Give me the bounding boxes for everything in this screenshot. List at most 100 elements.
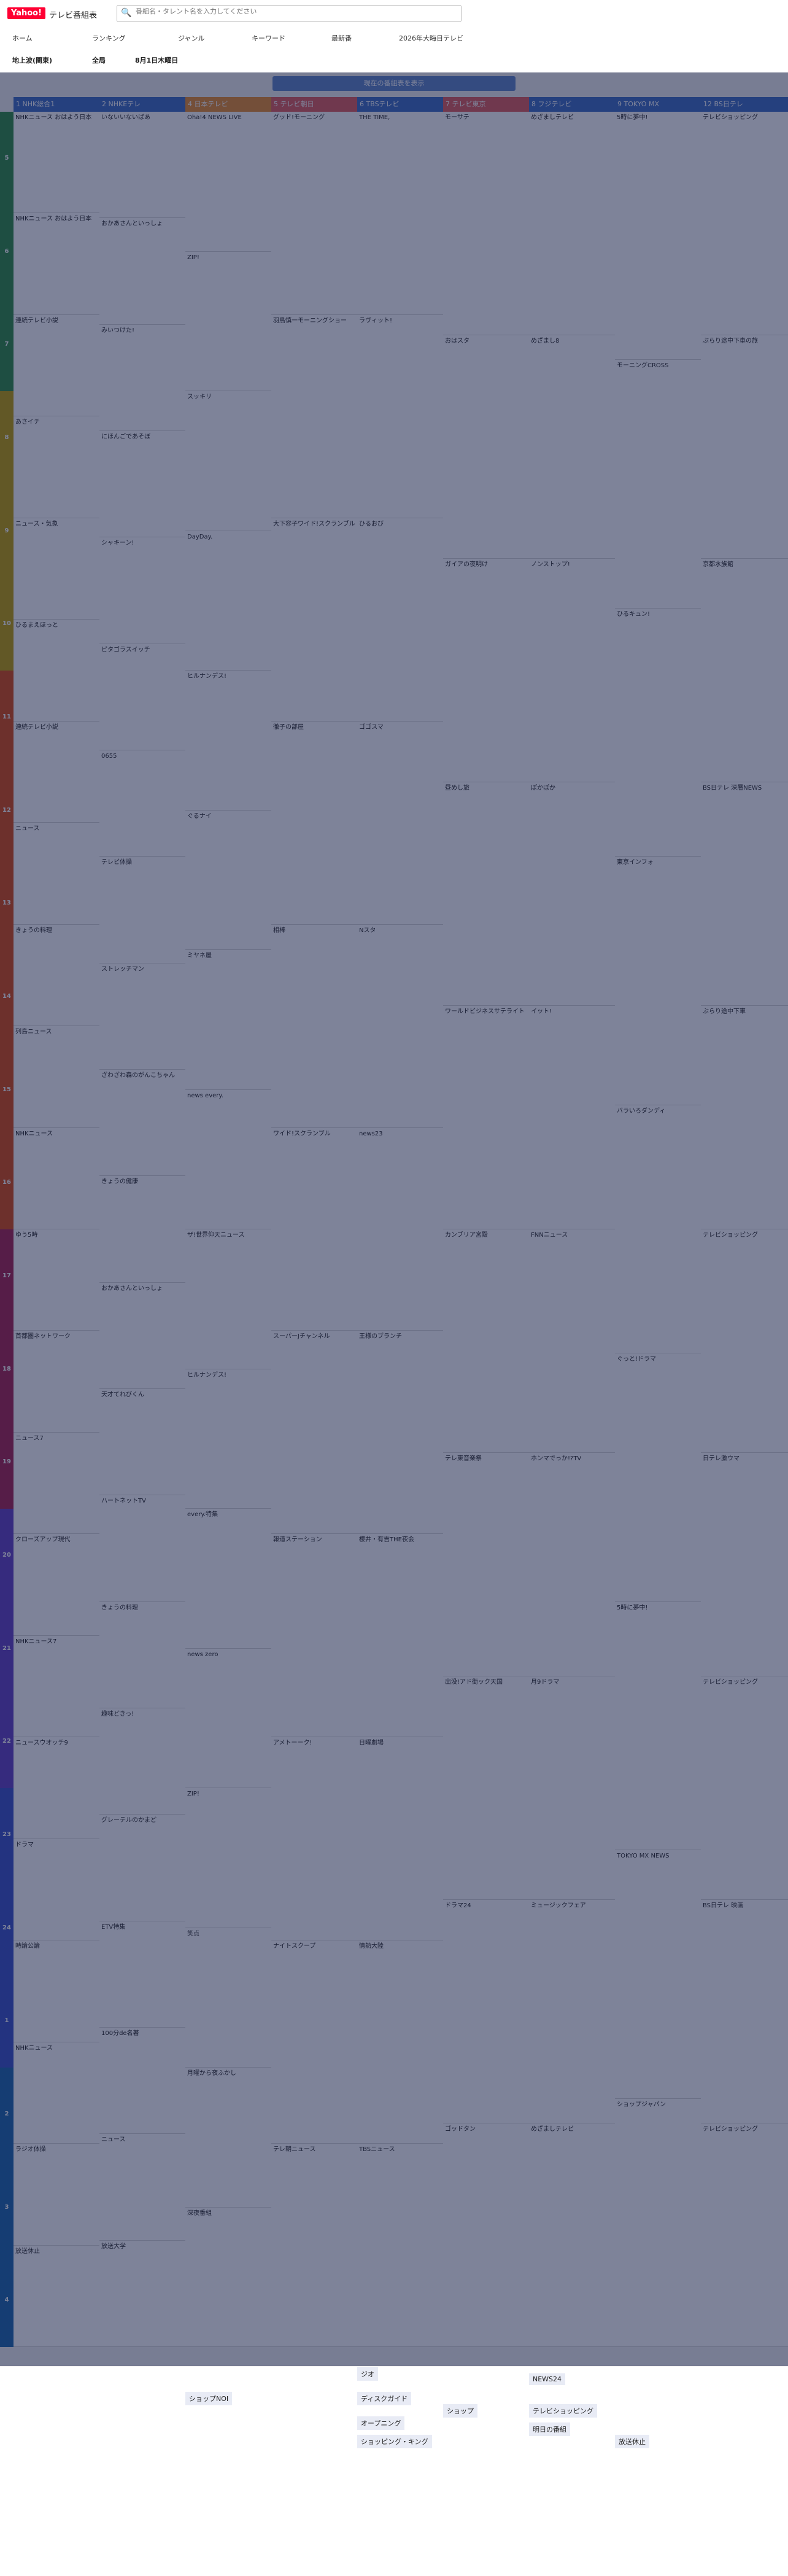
- program-cell[interactable]: アメトーーク!: [271, 1737, 357, 1941]
- program-cell[interactable]: テレビショッピング: [701, 112, 788, 335]
- program-cell[interactable]: きょうの料理: [99, 1602, 185, 1708]
- program-cell[interactable]: 放送休止: [14, 2246, 99, 2347]
- program-cell[interactable]: スーパーJチャンネル: [271, 1331, 357, 1535]
- program-cell[interactable]: NHKニュース7: [14, 1636, 99, 1738]
- program-cell[interactable]: テレ朝ニュース: [271, 2144, 357, 2347]
- channel-header-1[interactable]: 2 NHKEテレ: [99, 97, 185, 112]
- program-cell[interactable]: おはスタ: [443, 335, 529, 559]
- program-cell[interactable]: 100分de名著: [99, 2028, 185, 2134]
- program-cell[interactable]: 出没!アド街ック天国: [443, 1676, 529, 1900]
- program-cell[interactable]: ZIP!: [185, 1788, 271, 1928]
- channel-header-3[interactable]: 5 テレビ朝日: [271, 97, 357, 112]
- program-cell[interactable]: 情熱大陸: [357, 1940, 443, 2144]
- channel-header-8[interactable]: 12 BS日テレ: [701, 97, 788, 112]
- program-cell[interactable]: 5時に夢中!: [615, 1602, 701, 1851]
- program-cell[interactable]: カンブリア宮殿: [443, 1229, 529, 1453]
- program-cell[interactable]: ざわざわ森のがんこちゃん: [99, 1070, 185, 1177]
- program-cell[interactable]: FNNニュース: [529, 1229, 615, 1453]
- channel-header-6[interactable]: 8 フジテレビ: [529, 97, 615, 112]
- program-cell[interactable]: ザ!世界仰天ニュース: [185, 1229, 271, 1369]
- nav-item-3[interactable]: キーワード: [252, 33, 285, 43]
- program-cell[interactable]: 櫻井・有吉THE夜会: [357, 1534, 443, 1738]
- program-cell[interactable]: ひるキュン!: [615, 609, 701, 857]
- lower-item[interactable]: ディスクガイド: [357, 2392, 412, 2405]
- program-cell[interactable]: TOKYO MX NEWS: [615, 1850, 701, 2099]
- program-cell[interactable]: 天才てれびくん: [99, 1389, 185, 1496]
- site-logo[interactable]: Yahoo!: [7, 7, 46, 19]
- program-cell[interactable]: news23: [357, 1128, 443, 1331]
- nav-item-0[interactable]: ホーム: [12, 33, 33, 43]
- program-cell[interactable]: ストレッチマン: [99, 963, 185, 1070]
- program-cell[interactable]: ニュース: [99, 2134, 185, 2241]
- program-cell[interactable]: ナイトスクープ: [271, 1940, 357, 2144]
- program-cell[interactable]: ETV特集: [99, 1921, 185, 2028]
- region-filter[interactable]: 地上波(関東): [12, 55, 52, 65]
- program-cell[interactable]: めざまし8: [529, 335, 615, 559]
- program-cell[interactable]: 大下容子ワイド!スクランブル: [271, 518, 357, 722]
- channel-header-5[interactable]: 7 テレビ東京: [443, 97, 529, 112]
- program-cell[interactable]: ショップジャパン: [615, 2099, 701, 2347]
- nav-item-1[interactable]: ランキング: [92, 33, 126, 43]
- program-cell[interactable]: 相棒: [271, 925, 357, 1128]
- program-cell[interactable]: NHKニュース: [14, 2042, 99, 2144]
- program-cell[interactable]: イット!: [529, 1006, 615, 1229]
- program-cell[interactable]: ニュース・気象: [14, 518, 99, 620]
- program-cell[interactable]: きょうの健康: [99, 1176, 185, 1283]
- program-cell[interactable]: THE TIME,: [357, 112, 443, 315]
- program-cell[interactable]: 王様のブランチ: [357, 1331, 443, 1535]
- program-cell[interactable]: ニュース: [14, 823, 99, 925]
- program-cell[interactable]: ゴゴスマ: [357, 722, 443, 925]
- channel-header-0[interactable]: 1 NHK総合1: [14, 97, 99, 112]
- program-cell[interactable]: Oha!4 NEWS LIVE: [185, 112, 271, 252]
- program-cell[interactable]: ヒルナンデス!: [185, 1369, 271, 1509]
- program-cell[interactable]: news zero: [185, 1649, 271, 1788]
- program-cell[interactable]: おかあさんといっしょ: [99, 218, 185, 325]
- program-cell[interactable]: 連続テレビ小説: [14, 315, 99, 417]
- program-cell[interactable]: ミュージックフェア: [529, 1900, 615, 2123]
- program-cell[interactable]: みいつけた!: [99, 325, 185, 431]
- program-cell[interactable]: ぶらり途中下車の旅: [701, 335, 788, 559]
- program-cell[interactable]: 0655: [99, 750, 185, 857]
- program-cell[interactable]: ぐっと!ドラマ: [615, 1353, 701, 1602]
- program-cell[interactable]: ホンマでっか!?TV: [529, 1453, 615, 1676]
- program-cell[interactable]: 日テレ激ウマ: [701, 1453, 788, 1676]
- program-cell[interactable]: ミヤネ屋: [185, 950, 271, 1090]
- program-cell[interactable]: DayDay.: [185, 531, 271, 671]
- program-cell[interactable]: テレビショッピング: [701, 1229, 788, 1453]
- program-cell[interactable]: にほんごであそぼ: [99, 431, 185, 538]
- search-input[interactable]: [134, 7, 456, 16]
- program-cell[interactable]: めざましテレビ: [529, 112, 615, 335]
- search-box[interactable]: 🔍: [117, 5, 462, 22]
- program-cell[interactable]: ドラマ24: [443, 1900, 529, 2123]
- program-cell[interactable]: 時論公論: [14, 1940, 99, 2042]
- program-cell[interactable]: ぐるナイ: [185, 811, 271, 950]
- program-cell[interactable]: ハートネットTV: [99, 1495, 185, 1602]
- program-cell[interactable]: NHKニュース おはよう日本: [14, 213, 99, 315]
- program-cell[interactable]: いないいないばあ: [99, 112, 185, 219]
- lower-item[interactable]: テレビショッピング: [529, 2404, 597, 2418]
- channel-header-7[interactable]: 9 TOKYO MX: [615, 97, 701, 112]
- program-cell[interactable]: テレ東音楽祭: [443, 1453, 529, 1676]
- program-cell[interactable]: スッキリ: [185, 391, 271, 531]
- program-cell[interactable]: ヒルナンデス!: [185, 671, 271, 811]
- program-cell[interactable]: 列島ニュース: [14, 1026, 99, 1128]
- program-cell[interactable]: 東京インフォ: [615, 857, 701, 1105]
- program-cell[interactable]: あさイチ: [14, 416, 99, 518]
- program-cell[interactable]: 月曜から夜ふかし: [185, 2068, 271, 2208]
- program-cell[interactable]: TBSニュース: [357, 2144, 443, 2347]
- program-cell[interactable]: きょうの料理: [14, 925, 99, 1027]
- program-cell[interactable]: ぽかぽか: [529, 782, 615, 1006]
- channel-header-2[interactable]: 4 日本テレビ: [185, 97, 271, 112]
- date-filter[interactable]: 8月1日木曜日: [135, 55, 178, 65]
- program-cell[interactable]: ワールドビジネスサテライト: [443, 1006, 529, 1229]
- nav-item-2[interactable]: ジャンル: [178, 33, 204, 43]
- program-cell[interactable]: 報道ステーション: [271, 1534, 357, 1738]
- program-cell[interactable]: ピタゴラスイッチ: [99, 644, 185, 750]
- lower-item[interactable]: NEWS24: [529, 2373, 566, 2385]
- program-cell[interactable]: グッド!モーニング: [271, 112, 357, 315]
- program-cell[interactable]: 徹子の部屋: [271, 722, 357, 925]
- program-cell[interactable]: BS日テレ 深層NEWS: [701, 782, 788, 1006]
- program-cell[interactable]: テレビショッピング: [701, 2123, 788, 2347]
- program-cell[interactable]: 深夜番組: [185, 2208, 271, 2347]
- program-cell[interactable]: ワイド!スクランブル: [271, 1128, 357, 1331]
